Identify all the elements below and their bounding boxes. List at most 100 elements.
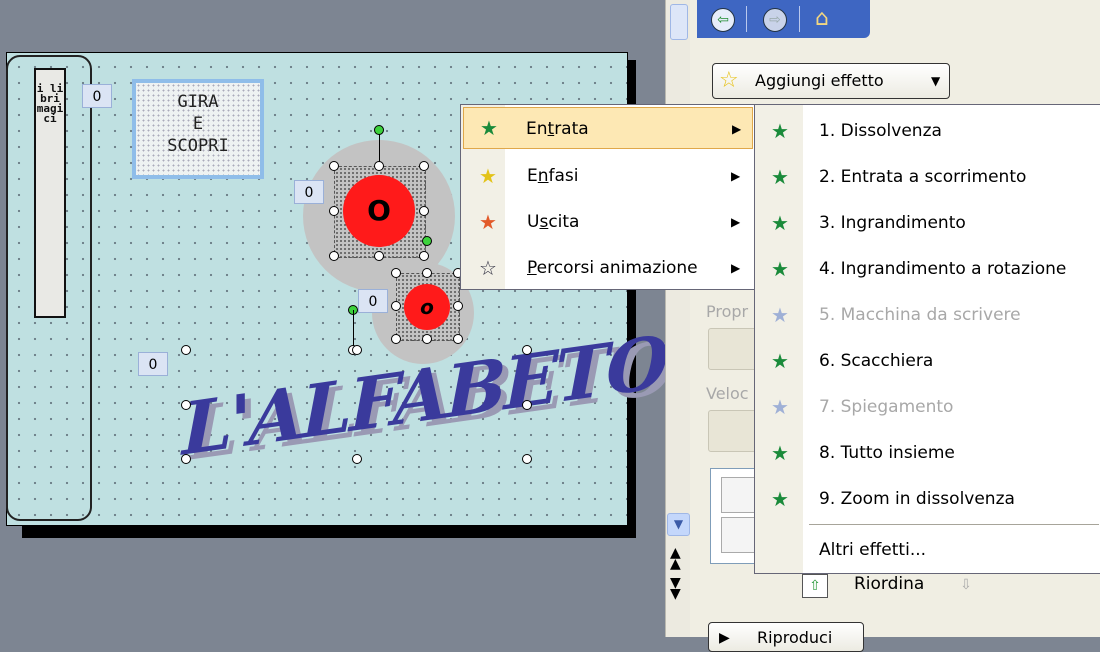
star-typewriter-icon: ★ bbox=[771, 303, 789, 327]
animation-order-badge: 0 bbox=[294, 180, 324, 204]
resize-handle[interactable] bbox=[522, 345, 532, 355]
effect-label: 1. Dissolvenza bbox=[819, 121, 942, 141]
effect-label: 2. Entrata a scorrimento bbox=[819, 167, 1027, 187]
animation-order-badge: 0 bbox=[358, 289, 388, 313]
forward-arrow-icon[interactable]: ⇨ bbox=[763, 8, 787, 32]
star-red-exit-icon: ★ bbox=[479, 210, 497, 234]
star-green-grow-icon: ★ bbox=[771, 211, 789, 235]
resize-handle[interactable] bbox=[181, 345, 191, 355]
star-green-appear-icon: ★ bbox=[771, 441, 789, 465]
effect-item-spiegamento: ★ 7. Spiegamento bbox=[755, 384, 1099, 430]
submenu-arrow-icon: ▶ bbox=[732, 122, 742, 136]
task-pane-nav-bar: ⇦ ⇨ ⌂ bbox=[697, 0, 870, 38]
effect-label: 4. Ingrandimento a rotazione bbox=[819, 259, 1067, 279]
resize-handle[interactable] bbox=[329, 161, 339, 171]
menu-separator bbox=[809, 524, 1099, 525]
star-green-checkerboard-icon: ★ bbox=[771, 349, 789, 373]
back-arrow-icon[interactable]: ⇦ bbox=[711, 8, 735, 32]
red-circle-large[interactable]: O bbox=[343, 175, 415, 247]
gira-line-2: E bbox=[192, 114, 204, 134]
resize-handle[interactable] bbox=[352, 454, 362, 464]
vertical-scrollbar[interactable]: ▼ ▲ ▲ ▼ ▼ bbox=[665, 0, 691, 637]
star-green-dissolve-icon: ★ bbox=[771, 119, 789, 143]
resize-handle[interactable] bbox=[391, 334, 401, 344]
reorder-label: Riordina bbox=[854, 574, 925, 594]
menu-item-entrata[interactable]: ★ Entrata ▶ bbox=[463, 107, 753, 149]
vertical-title-text[interactable]: i libri magici bbox=[34, 68, 66, 318]
effect-label: 5. Macchina da scrivere bbox=[819, 305, 1021, 325]
rotate-handle[interactable] bbox=[422, 236, 432, 246]
move-up-icon[interactable]: ⇧ bbox=[802, 574, 828, 598]
dropdown-arrow-icon: ▼ bbox=[931, 74, 941, 88]
add-effect-label: Aggiungi effetto bbox=[755, 71, 884, 90]
resize-handle[interactable] bbox=[522, 454, 532, 464]
red-circle-small[interactable]: o bbox=[404, 284, 450, 330]
scroll-down-icon[interactable]: ▼ bbox=[667, 513, 690, 536]
submenu-arrow-icon: ▶ bbox=[731, 261, 741, 275]
menu-item-enfasi[interactable]: ★ Enfasi ▶ bbox=[463, 153, 753, 199]
scrollbar-thumb[interactable] bbox=[670, 4, 688, 40]
resize-handle[interactable] bbox=[374, 251, 384, 261]
resize-handle[interactable] bbox=[422, 268, 432, 278]
gira-e-scopri-box[interactable]: GIRA E SCOPRI bbox=[132, 79, 264, 179]
nav-divider bbox=[799, 6, 800, 32]
play-button[interactable]: ▶ Riproduci bbox=[708, 622, 864, 652]
more-effects-item[interactable]: Altri effetti... bbox=[755, 527, 1099, 573]
star-green-zoom-icon: ★ bbox=[771, 487, 789, 511]
menu-item-label: Uscita bbox=[527, 212, 580, 232]
property-dropdown bbox=[708, 328, 758, 370]
effect-item-entrata-a-scorrimento[interactable]: ★ 2. Entrata a scorrimento bbox=[755, 154, 1099, 200]
speed-dropdown bbox=[708, 410, 758, 452]
next-slide-icon[interactable]: ▼ ▼ bbox=[670, 576, 681, 601]
menu-item-uscita[interactable]: ★ Uscita ▶ bbox=[463, 199, 753, 245]
resize-handle[interactable] bbox=[181, 400, 191, 410]
rotate-handle-stem bbox=[353, 310, 354, 348]
effect-label: 8. Tutto insieme bbox=[819, 443, 955, 463]
add-effect-menu: ★ Entrata ▶ ★ Enfasi ▶ ★ Uscita ▶ ☆ Perc… bbox=[460, 104, 756, 290]
menu-item-label: Entrata bbox=[526, 119, 589, 139]
resize-handle[interactable] bbox=[329, 251, 339, 261]
play-label: Riproduci bbox=[757, 628, 833, 647]
star-unfold-icon: ★ bbox=[771, 395, 789, 419]
resize-handle[interactable] bbox=[453, 301, 463, 311]
menu-item-label: Enfasi bbox=[527, 166, 579, 186]
resize-handle[interactable] bbox=[374, 161, 384, 171]
menu-item-label: Percorsi animazione bbox=[527, 258, 698, 278]
entrata-submenu: ★ 1. Dissolvenza ★ 2. Entrata a scorrime… bbox=[754, 104, 1100, 574]
effect-item-dissolvenza[interactable]: ★ 1. Dissolvenza bbox=[755, 108, 1099, 154]
submenu-arrow-icon: ▶ bbox=[731, 169, 741, 183]
effect-label: 7. Spiegamento bbox=[819, 397, 954, 417]
star-green-entrance-icon: ★ bbox=[480, 116, 498, 140]
effect-item-macchina-da-scrivere: ★ 5. Macchina da scrivere bbox=[755, 292, 1099, 338]
move-down-icon[interactable]: ⇩ bbox=[954, 574, 978, 596]
add-effect-button[interactable]: ☆ Aggiungi effetto ▼ bbox=[712, 63, 950, 99]
resize-handle[interactable] bbox=[522, 400, 532, 410]
star-green-spin-icon: ★ bbox=[771, 257, 789, 281]
effect-label: 9. Zoom in dissolvenza bbox=[819, 489, 1015, 509]
resize-handle[interactable] bbox=[419, 161, 429, 171]
effect-item-ingrandimento-a-rotazione[interactable]: ★ 4. Ingrandimento a rotazione bbox=[755, 246, 1099, 292]
star-green-flyin-icon: ★ bbox=[771, 165, 789, 189]
resize-handle[interactable] bbox=[419, 251, 429, 261]
nav-divider bbox=[746, 6, 747, 32]
effect-item-ingrandimento[interactable]: ★ 3. Ingrandimento bbox=[755, 200, 1099, 246]
submenu-arrow-icon: ▶ bbox=[731, 215, 741, 229]
resize-handle[interactable] bbox=[391, 268, 401, 278]
effect-label: 3. Ingrandimento bbox=[819, 213, 966, 233]
rotate-handle[interactable] bbox=[374, 125, 384, 135]
effect-label: 6. Scacchiera bbox=[819, 351, 934, 371]
gira-line-3: SCOPRI bbox=[167, 136, 229, 156]
menu-item-percorsi-animazione[interactable]: ☆ Percorsi animazione ▶ bbox=[463, 245, 753, 291]
resize-handle[interactable] bbox=[181, 454, 191, 464]
effect-item-scacchiera[interactable]: ★ 6. Scacchiera bbox=[755, 338, 1099, 384]
animation-order-badge: 0 bbox=[82, 84, 112, 108]
resize-handle[interactable] bbox=[391, 301, 401, 311]
effect-item-zoom-in-dissolvenza[interactable]: ★ 9. Zoom in dissolvenza bbox=[755, 476, 1099, 522]
resize-handle[interactable] bbox=[352, 345, 362, 355]
previous-slide-icon[interactable]: ▲ ▲ bbox=[670, 546, 681, 571]
home-icon[interactable]: ⌂ bbox=[815, 6, 829, 31]
resize-handle[interactable] bbox=[329, 206, 339, 216]
resize-handle[interactable] bbox=[419, 206, 429, 216]
more-effects-label: Altri effetti... bbox=[819, 540, 927, 560]
effect-item-tutto-insieme[interactable]: ★ 8. Tutto insieme bbox=[755, 430, 1099, 476]
